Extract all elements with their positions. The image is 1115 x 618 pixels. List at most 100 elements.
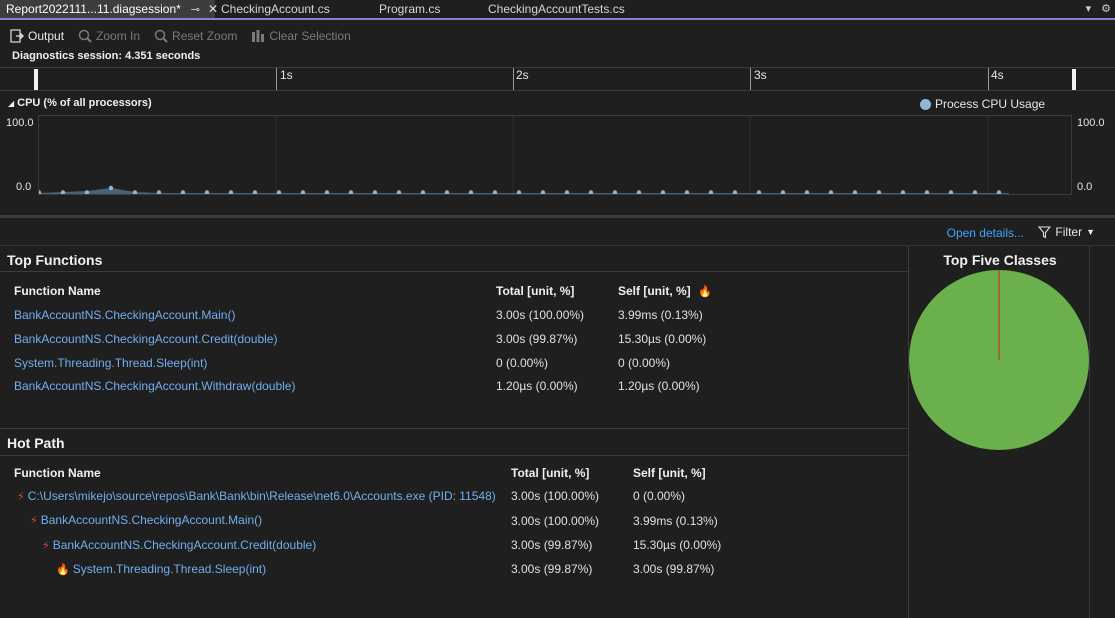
- cpu-sample-point: [204, 190, 210, 195]
- hot-path-function-link[interactable]: BankAccountNS.CheckingAccount.Credit(dou…: [53, 538, 316, 552]
- open-details-link[interactable]: Open details...: [947, 226, 1024, 240]
- cpu-sample-point: [348, 190, 354, 195]
- y-axis-min-right: 0.0: [1077, 181, 1093, 193]
- cpu-sample-point: [540, 190, 546, 195]
- y-axis-max-right: 100.0: [1077, 117, 1105, 129]
- hot-path-flame-icon: ⚡: [17, 491, 25, 503]
- output-label: Output: [28, 29, 65, 43]
- hot-path-function-link[interactable]: C:\Users\mikejo\source\repos\Bank\Bank\b…: [28, 489, 496, 503]
- section-divider: [0, 455, 908, 456]
- hot-flame-icon: 🔥: [56, 564, 70, 576]
- y-axis-min-left: 0.0: [16, 181, 32, 193]
- ruler-tick: [750, 68, 751, 90]
- ruler-label-3s: 3s: [754, 68, 767, 82]
- top-five-classes-title: Top Five Classes: [943, 252, 1057, 268]
- ruler-label-2s: 2s: [516, 68, 529, 82]
- cpu-sample-point: [228, 190, 234, 195]
- tab-list-dropdown-icon[interactable]: ▾: [1086, 2, 1092, 15]
- self-value: 15.30µs (0.00%): [633, 538, 722, 552]
- cpu-sample-point: [372, 190, 378, 195]
- filter-dropdown[interactable]: Filter ▼: [1038, 225, 1095, 239]
- total-value: 3.00s (100.00%): [496, 308, 585, 322]
- chevron-down-icon: ▼: [1086, 227, 1095, 237]
- self-value: 0 (0.00%): [633, 489, 686, 503]
- tab-diagsession[interactable]: Report2022111...11.diagsession* ⊸ ✕: [0, 0, 218, 18]
- cpu-sample-point: [588, 190, 594, 195]
- section-divider: [0, 271, 908, 272]
- column-header-total[interactable]: Total [unit, %]: [496, 284, 574, 298]
- cpu-sample-point: [660, 190, 666, 195]
- pin-icon[interactable]: ⊸: [191, 3, 200, 16]
- self-value: 1.20µs (0.00%): [618, 379, 700, 393]
- column-header-function-name[interactable]: Function Name: [14, 466, 101, 480]
- cpu-sample-point: [924, 190, 930, 195]
- total-value: 3.00s (100.00%): [511, 514, 600, 528]
- cpu-sample-point: [444, 190, 450, 195]
- top-functions-title: Top Functions: [7, 252, 103, 268]
- total-value: 3.00s (99.87%): [511, 538, 593, 552]
- document-tab-bar: Report2022111...11.diagsession* ⊸ ✕ Chec…: [0, 0, 1115, 20]
- cpu-sample-point: [900, 190, 906, 195]
- top-classes-pie-chart[interactable]: [909, 270, 1091, 470]
- function-name-link[interactable]: BankAccountNS.CheckingAccount.Withdraw(d…: [14, 379, 295, 393]
- cpu-sample-point: [708, 190, 714, 195]
- tab-checkingaccounttests[interactable]: CheckingAccountTests.cs: [481, 0, 661, 18]
- clear-selection-button[interactable]: Clear Selection: [251, 29, 351, 43]
- column-header-self[interactable]: Self [unit, %] 🔥: [618, 284, 715, 298]
- total-value: 3.00s (99.87%): [496, 332, 578, 346]
- cpu-sample-point: [516, 190, 522, 195]
- cpu-sample-point: [852, 190, 858, 195]
- cpu-legend[interactable]: Process CPU Usage: [920, 97, 1045, 111]
- section-divider: [0, 428, 908, 429]
- tab-program[interactable]: Program.cs: [373, 0, 481, 18]
- cpu-sample-point: [828, 190, 834, 195]
- clear-selection-label: Clear Selection: [269, 29, 351, 43]
- settings-gear-icon[interactable]: ⚙: [1101, 2, 1111, 15]
- cpu-graph-canvas: [36, 116, 1009, 195]
- tab-label: Report2022111...11.diagsession*: [6, 2, 181, 16]
- hot-path-flame-icon: ⚡: [42, 540, 50, 552]
- cpu-sample-point: [612, 190, 618, 195]
- self-value: 3.99ms (0.13%): [618, 308, 703, 322]
- function-name-link[interactable]: System.Threading.Thread.Sleep(int): [14, 356, 207, 370]
- cpu-sample-point: [996, 190, 1002, 195]
- column-header-total[interactable]: Total [unit, %]: [511, 466, 589, 480]
- cpu-sample-point: [300, 190, 306, 195]
- reset-zoom-label: Reset Zoom: [172, 29, 238, 43]
- details-bar: Open details... Filter ▼: [0, 220, 1115, 246]
- cpu-sample-point: [756, 190, 762, 195]
- ruler-label-4s: 4s: [991, 68, 1004, 82]
- column-header-self[interactable]: Self [unit, %]: [633, 466, 706, 480]
- collapse-triangle-icon[interactable]: ◢: [8, 99, 14, 108]
- pane-splitter[interactable]: [0, 215, 1115, 218]
- zoom-in-label: Zoom In: [96, 29, 141, 43]
- hot-path-function-link[interactable]: System.Threading.Thread.Sleep(int): [73, 562, 266, 576]
- cpu-sample-point: [36, 190, 42, 195]
- ruler-tick: [988, 68, 989, 90]
- selection-start-handle[interactable]: [34, 69, 38, 90]
- output-button[interactable]: Output: [10, 29, 64, 43]
- cpu-graph-title[interactable]: ◢ CPU (% of all processors): [8, 97, 152, 109]
- cpu-sample-point: [972, 190, 978, 195]
- clear-selection-icon: [252, 30, 265, 42]
- column-header-function-name[interactable]: Function Name: [14, 284, 101, 298]
- tab-checkingaccount[interactable]: CheckingAccount.cs: [215, 0, 373, 18]
- function-name-link[interactable]: BankAccountNS.CheckingAccount.Main(): [14, 308, 235, 322]
- cpu-sample-point: [420, 190, 426, 195]
- ruler-tick: [513, 68, 514, 90]
- hot-path-function-link[interactable]: BankAccountNS.CheckingAccount.Main(): [41, 513, 262, 527]
- selection-end-handle[interactable]: [1072, 69, 1076, 90]
- self-value: 15.30µs (0.00%): [618, 332, 707, 346]
- cpu-sample-point: [780, 190, 786, 195]
- hot-flame-icon: 🔥: [698, 286, 712, 298]
- cpu-sample-point: [252, 190, 258, 195]
- vertical-scrollbar[interactable]: [1090, 246, 1115, 618]
- timeline-ruler[interactable]: 1s 2s 3s 4s: [0, 67, 1115, 91]
- function-name-link[interactable]: BankAccountNS.CheckingAccount.Credit(dou…: [14, 332, 277, 346]
- zoom-in-button[interactable]: Zoom In: [78, 29, 140, 43]
- reset-zoom-button[interactable]: Reset Zoom: [154, 29, 237, 43]
- self-value: 3.00s (99.87%): [633, 562, 715, 576]
- reset-zoom-icon: [154, 29, 168, 43]
- cpu-usage-graph[interactable]: [36, 115, 1072, 195]
- cpu-sample-point: [492, 190, 498, 195]
